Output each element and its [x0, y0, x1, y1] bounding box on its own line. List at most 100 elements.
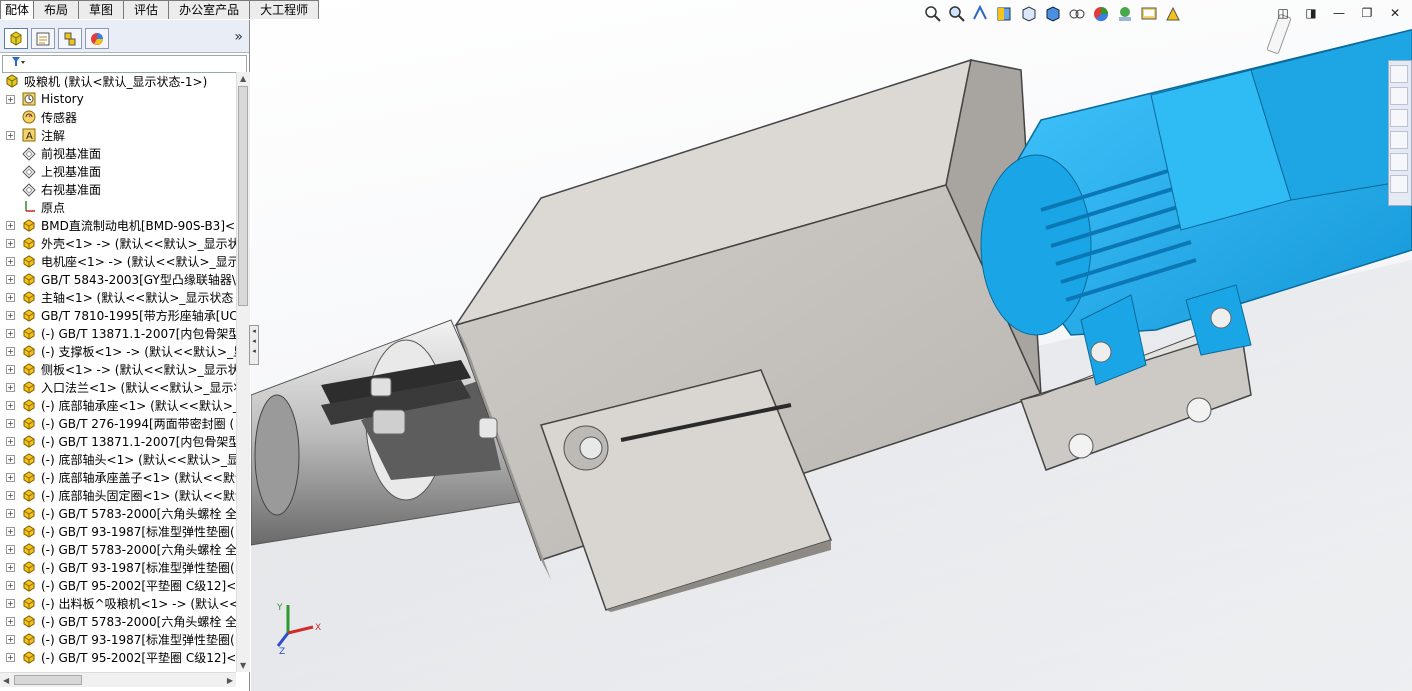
tree-item[interactable]: + 主轴<1> (默认<<默认>_显示状态 1	[0, 288, 236, 306]
tree-expander-icon[interactable]: +	[6, 436, 15, 446]
tree-expander-icon[interactable]: +	[6, 382, 15, 392]
minimize-icon[interactable]: —	[1332, 6, 1346, 20]
tree-expander-icon[interactable]: +	[6, 256, 15, 266]
pane-collapse-handle[interactable]: ◂ ◂ ◂	[249, 325, 259, 365]
command-tab-5[interactable]: 大工程师	[249, 0, 320, 19]
scroll-thumb-horizontal[interactable]	[14, 675, 82, 685]
tree-item[interactable]: + (-) 底部轴头<1> (默认<<默认>_显	[0, 450, 236, 468]
tree-expander-icon[interactable]: +	[6, 274, 15, 284]
scroll-up-icon[interactable]: ▲	[240, 74, 246, 83]
property-manager-tab[interactable]	[31, 28, 55, 49]
tree-item[interactable]: + (-) GB/T 276-1994[两面带密封圈 (	[0, 414, 236, 432]
tree-item[interactable]: + (-) 底部轴头固定圈<1> (默认<<默认	[0, 486, 236, 504]
tree-item[interactable]: + (-) GB/T 5783-2000[六角头螺栓 全	[0, 612, 236, 630]
tree-expander-icon[interactable]: +	[6, 634, 15, 644]
tree-expander-icon[interactable]: +	[6, 526, 15, 536]
tree-expander-icon[interactable]: +	[6, 94, 15, 104]
realview-icon[interactable]	[1163, 4, 1183, 24]
tree-expander-icon[interactable]: +	[6, 652, 15, 662]
display-manager-tab[interactable]	[85, 28, 109, 49]
command-tab-3[interactable]: 评估	[123, 0, 170, 19]
display-style-icon[interactable]	[1043, 4, 1063, 24]
tree-item[interactable]: + (-) 支撑板<1> -> (默认<<默认>_显	[0, 342, 236, 360]
zoom-area-icon[interactable]	[947, 4, 967, 24]
scroll-right-icon[interactable]: ▶	[227, 676, 233, 685]
tree-item[interactable]: + 外壳<1> -> (默认<<默认>_显示状	[0, 234, 236, 252]
expand-pane-icon[interactable]: »	[234, 29, 243, 45]
tree-horizontal-scrollbar[interactable]: ◀ ▶	[0, 672, 236, 687]
tree-expander-icon[interactable]: +	[6, 418, 15, 428]
tree-item[interactable]: + History	[0, 90, 236, 108]
tree-item[interactable]: 原点	[0, 198, 236, 216]
tree-item[interactable]: 传感器	[0, 108, 236, 126]
configuration-manager-tab[interactable]	[58, 28, 82, 49]
tree-item[interactable]: + (-) 底部轴承座<1> (默认<<默认>_	[0, 396, 236, 414]
tree-expander-icon[interactable]: +	[6, 616, 15, 626]
tree-expander-icon[interactable]: +	[6, 562, 15, 572]
tree-item[interactable]: + (-) 出料板^吸粮机<1> -> (默认<<	[0, 594, 236, 612]
tree-expander-icon[interactable]: +	[6, 346, 15, 356]
tree-item[interactable]: 前视基准面	[0, 144, 236, 162]
tree-root[interactable]: 吸粮机 (默认<默认_显示状态-1>)	[0, 72, 236, 90]
scene-icon[interactable]	[1115, 4, 1135, 24]
filter-icon[interactable]	[11, 56, 25, 68]
home-icon[interactable]	[1390, 65, 1408, 83]
tree-item[interactable]: + (-) GB/T 93-1987[标准型弹性垫圈(	[0, 630, 236, 648]
model-view[interactable]: Y X Z	[251, 0, 1412, 691]
tree-expander-icon[interactable]: +	[6, 598, 15, 608]
hide-show-icon[interactable]	[1067, 4, 1087, 24]
tree-expander-icon[interactable]: +	[6, 130, 15, 140]
tree-expander-icon[interactable]: +	[6, 220, 15, 230]
scroll-left-icon[interactable]: ◀	[3, 676, 9, 685]
design-library-icon[interactable]	[1390, 87, 1408, 105]
zoom-to-fit-icon[interactable]	[923, 4, 943, 24]
scroll-thumb[interactable]	[238, 86, 248, 306]
tile-icon[interactable]: ◨	[1304, 6, 1318, 20]
tree-item[interactable]: + 入口法兰<1> (默认<<默认>_显示状	[0, 378, 236, 396]
scroll-down-icon[interactable]: ▼	[240, 661, 246, 670]
view-orientation-icon[interactable]	[1019, 4, 1039, 24]
view-palette-icon[interactable]	[1390, 131, 1408, 149]
tree-item[interactable]: + GB/T 7810-1995[带方形座轴承[UC	[0, 306, 236, 324]
tree-item[interactable]: + (-) GB/T 95-2002[平垫圈 C级12]<1	[0, 576, 236, 594]
tree-expander-icon[interactable]: +	[6, 292, 15, 302]
command-tab-0[interactable]: 配体	[0, 0, 35, 19]
tree-item[interactable]: + BMD直流制动电机[BMD-90S-B3]<	[0, 216, 236, 234]
graphics-area[interactable]: ◫ ◨ — ❐ ✕ Y X Z	[251, 0, 1412, 691]
tree-expander-icon[interactable]: +	[6, 544, 15, 554]
tree-item[interactable]: + A 注解	[0, 126, 236, 144]
section-view-icon[interactable]	[995, 4, 1015, 24]
file-explorer-icon[interactable]	[1390, 109, 1408, 127]
tree-expander-icon[interactable]: +	[6, 238, 15, 248]
view-settings-icon[interactable]	[1139, 4, 1159, 24]
tree-item[interactable]: + (-) GB/T 95-2002[平垫圈 C级12]<1	[0, 648, 236, 666]
tree-expander-icon[interactable]: +	[6, 364, 15, 374]
tree-item[interactable]: + 电机座<1> -> (默认<<默认>_显示	[0, 252, 236, 270]
tree-expander-icon[interactable]: +	[6, 580, 15, 590]
tree-item[interactable]: + (-) GB/T 13871.1-2007[内包骨架型	[0, 432, 236, 450]
tree-item[interactable]: + (-) GB/T 93-1987[标准型弹性垫圈(	[0, 522, 236, 540]
appearances-icon[interactable]	[1390, 153, 1408, 171]
tree-expander-icon[interactable]: +	[6, 472, 15, 482]
tree-expander-icon[interactable]: +	[6, 328, 15, 338]
tree-item[interactable]: + (-) GB/T 93-1987[标准型弹性垫圈(	[0, 558, 236, 576]
command-tab-2[interactable]: 草图	[78, 0, 125, 19]
tree-expander-icon[interactable]: +	[6, 454, 15, 464]
appearance-icon[interactable]	[1091, 4, 1111, 24]
custom-properties-icon[interactable]	[1390, 175, 1408, 193]
tree-item[interactable]: + (-) GB/T 13871.1-2007[内包骨架型	[0, 324, 236, 342]
tree-filter-bar[interactable]	[2, 55, 247, 73]
tree-item[interactable]: + 侧板<1> -> (默认<<默认>_显示状	[0, 360, 236, 378]
feature-manager-tab[interactable]	[4, 28, 28, 49]
tree-item[interactable]: 上视基准面	[0, 162, 236, 180]
restore-down-icon[interactable]: ◫	[1276, 6, 1290, 20]
tree-expander-icon[interactable]: +	[6, 310, 15, 320]
command-tab-4[interactable]: 办公室产品	[168, 0, 251, 19]
tree-expander-icon[interactable]: +	[6, 400, 15, 410]
tree-item[interactable]: + (-) GB/T 5783-2000[六角头螺栓 全	[0, 504, 236, 522]
tree-item[interactable]: + (-) 底部轴承座盖子<1> (默认<<默认	[0, 468, 236, 486]
tree-expander-icon[interactable]: +	[6, 490, 15, 500]
tree-item[interactable]: + GB/T 5843-2003[GY型凸缘联轴器\	[0, 270, 236, 288]
tree-expander-icon[interactable]: +	[6, 508, 15, 518]
tree-item[interactable]: + (-) GB/T 5783-2000[六角头螺栓 全	[0, 540, 236, 558]
